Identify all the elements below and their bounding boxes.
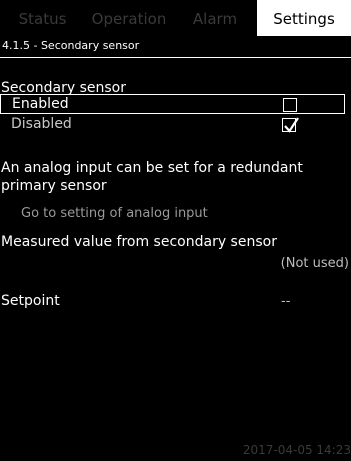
datetime-display: 2017-04-05 14:23 [242, 443, 351, 457]
disabled-checkbox[interactable] [282, 117, 299, 133]
checkmark-icon [284, 117, 299, 133]
analog-input-link[interactable]: Go to setting of analog input [21, 206, 208, 221]
tab-bar: Status Operation Alarm Settings [0, 0, 351, 36]
info-text: An analog input can be set for a redunda… [1, 160, 303, 194]
tab-settings[interactable]: Settings [257, 0, 351, 36]
measured-value: (Not used) [280, 256, 349, 271]
option-enabled[interactable]: Enabled [0, 94, 345, 114]
option-disabled-label: Disabled [11, 116, 72, 132]
tab-alarm[interactable]: Alarm [173, 0, 257, 36]
option-enabled-label: Enabled [12, 96, 69, 112]
tab-operation[interactable]: Operation [85, 0, 173, 36]
enabled-checkbox[interactable] [283, 98, 297, 112]
setpoint-label: Setpoint [1, 293, 60, 309]
measured-value-label: Measured value from secondary sensor [1, 234, 277, 250]
tab-status[interactable]: Status [0, 0, 85, 36]
breadcrumb: 4.1.5 - Secondary sensor [0, 36, 351, 58]
option-disabled[interactable]: Disabled [0, 115, 345, 135]
setpoint-value: -- [281, 294, 291, 309]
